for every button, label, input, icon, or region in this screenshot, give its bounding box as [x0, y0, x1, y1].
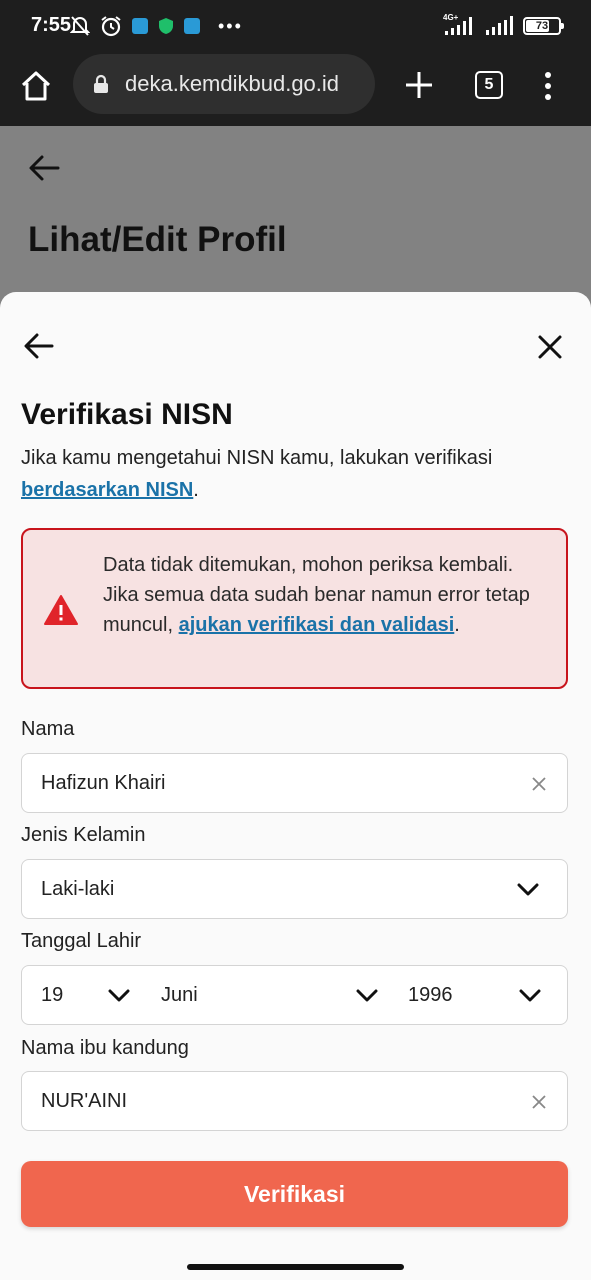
status-icons-left: •••	[70, 14, 243, 38]
mute-bell-icon	[70, 16, 90, 36]
status-icons-right: 4G+ 73	[443, 13, 564, 38]
error-alert: Data tidak ditemukan, mohon periksa kemb…	[21, 528, 568, 689]
address-bar[interactable]: deka.kemdikbud.go.id	[73, 54, 375, 114]
birthdate-group: 19 Juni 1996	[21, 965, 568, 1025]
clear-icon[interactable]	[531, 1094, 547, 1110]
back-arrow-icon[interactable]	[28, 154, 60, 182]
gender-select[interactable]: Laki-laki	[21, 859, 568, 919]
telegram-icon	[132, 18, 148, 34]
signal-icon	[486, 16, 513, 35]
gender-label: Jenis Kelamin	[21, 824, 146, 846]
month-select[interactable]: Juni	[142, 966, 388, 1024]
lock-icon	[93, 74, 109, 94]
day-value: 19	[41, 984, 64, 1006]
clear-icon[interactable]	[531, 776, 547, 792]
description-end: .	[193, 479, 199, 501]
warning-icon	[44, 595, 78, 625]
url-text: deka.kemdikbud.go.id	[125, 71, 340, 96]
birthdate-label: Tanggal Lahir	[21, 930, 142, 952]
chevron-down-icon	[519, 989, 541, 1002]
verification-sheet: Verifikasi NISN Jika kamu mengetahui NIS…	[0, 292, 591, 1256]
more-notifications-icon: •••	[218, 15, 243, 36]
status-time: 7:55	[31, 14, 72, 36]
submit-verification-link[interactable]: ajukan verifikasi dan validasi	[179, 614, 455, 636]
page-title: Lihat/Edit Profil	[28, 220, 287, 259]
mother-name-label: Nama ibu kandung	[21, 1037, 189, 1059]
mother-name-value: NUR'AINI	[41, 1090, 128, 1112]
system-nav-bar	[0, 1256, 591, 1280]
status-bar: 7:55 ••• 4G+ 73	[0, 0, 591, 52]
name-value: Hafizun Khairi	[41, 772, 166, 794]
year-select[interactable]: 1996	[389, 966, 567, 1024]
close-icon[interactable]	[537, 334, 563, 360]
home-gesture-handle[interactable]	[187, 1264, 404, 1270]
battery-icon: 73	[523, 17, 564, 35]
description-text: Jika kamu mengetahui NISN kamu, lakukan …	[21, 447, 493, 469]
name-input[interactable]: Hafizun Khairi	[21, 753, 568, 813]
alert-message: Data tidak ditemukan, mohon periksa kemb…	[103, 550, 543, 640]
shield-icon	[159, 18, 173, 34]
browser-toolbar: deka.kemdikbud.go.id 5	[0, 52, 591, 126]
name-label: Nama	[21, 718, 75, 740]
verify-by-nisn-link[interactable]: berdasarkan NISN	[21, 479, 193, 501]
chevron-down-icon	[517, 883, 539, 896]
chevron-down-icon	[108, 989, 130, 1002]
gender-value: Laki-laki	[41, 878, 115, 900]
home-icon[interactable]	[18, 68, 54, 104]
sheet-back-icon[interactable]	[24, 332, 54, 360]
sheet-title: Verifikasi NISN	[21, 398, 233, 431]
alert-end: .	[454, 614, 460, 636]
month-value: Juni	[161, 984, 198, 1006]
year-value: 1996	[408, 984, 453, 1006]
sheet-description: Jika kamu mengetahui NISN kamu, lakukan …	[21, 442, 571, 506]
day-select[interactable]: 19	[22, 966, 142, 1024]
browser-menu-icon[interactable]	[536, 68, 560, 104]
tab-switcher-button[interactable]: 5	[475, 71, 503, 99]
verify-button[interactable]: Verifikasi	[21, 1161, 568, 1227]
alarm-icon	[101, 16, 121, 37]
chevron-down-icon	[356, 989, 378, 1002]
signal-4g-icon: 4G+	[443, 13, 477, 37]
facebook-icon	[184, 18, 200, 34]
new-tab-icon[interactable]	[400, 66, 438, 104]
mother-name-input[interactable]: NUR'AINI	[21, 1071, 568, 1131]
battery-level: 73	[535, 20, 549, 32]
